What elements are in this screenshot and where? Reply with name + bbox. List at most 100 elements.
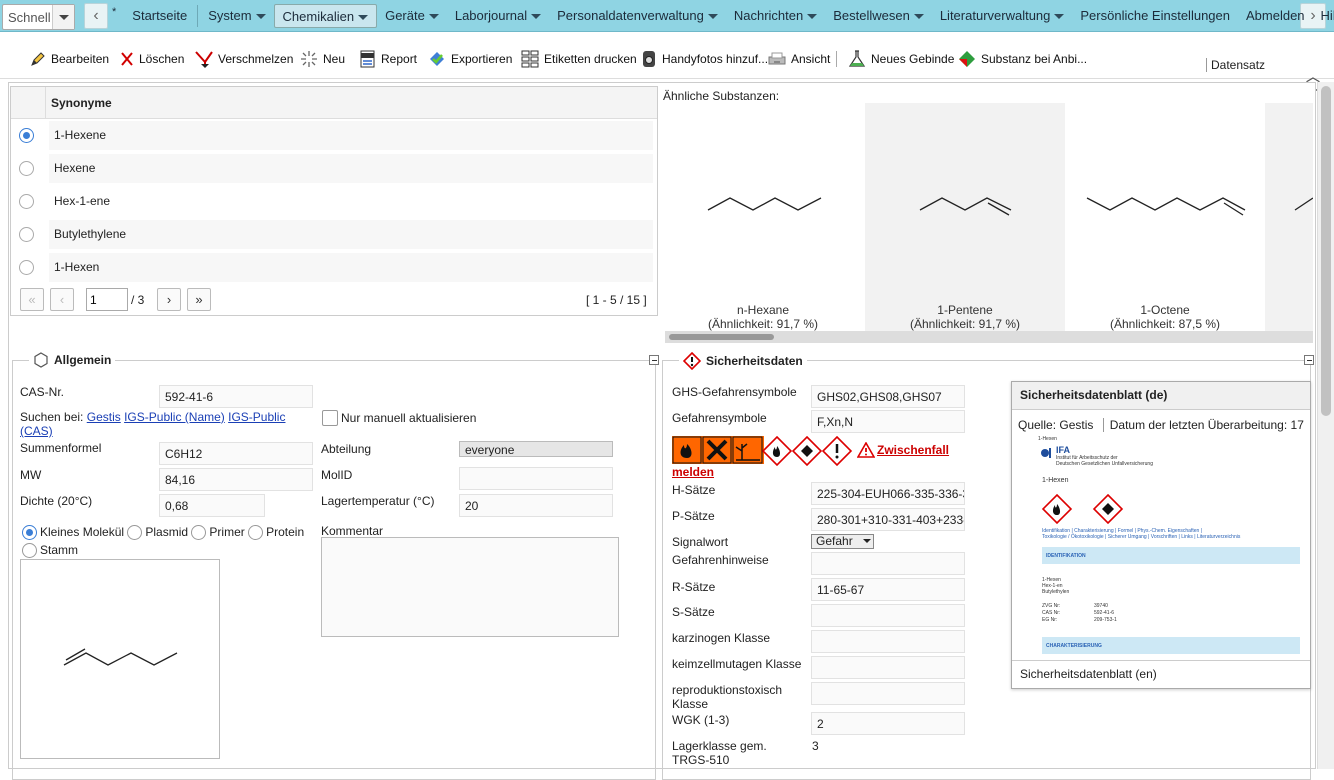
edit-button[interactable]: Bearbeiten: [30, 49, 109, 69]
synonym-row[interactable]: Hexene: [11, 152, 657, 185]
s-statements-field[interactable]: [811, 604, 965, 627]
collapse-general-button[interactable]: [649, 355, 659, 365]
first-page-button[interactable]: «: [20, 288, 44, 311]
type-radio[interactable]: [248, 525, 264, 541]
type-option[interactable]: Primer: [191, 525, 245, 541]
type-radio[interactable]: [191, 525, 207, 541]
formula-field[interactable]: C6H12: [159, 442, 313, 465]
new-container-button[interactable]: Neues Gebinde: [848, 49, 954, 69]
substance-supplier-button[interactable]: Substanz bei Anbi...: [958, 49, 1087, 69]
synonym-row[interactable]: 1-Hexene: [11, 119, 657, 152]
next-page-button[interactable]: ›: [157, 288, 181, 311]
synonym-row[interactable]: Butylethylene: [11, 218, 657, 251]
chevron-down-icon[interactable]: [52, 5, 74, 29]
quick-select-dropdown[interactable]: Schnell: [2, 4, 75, 30]
menu-laborjournal[interactable]: Laborjournal: [447, 4, 549, 28]
similar-substance-card[interactable]: n-Hexane (Ähnlichkeit: 91,7 %): [663, 103, 863, 331]
storage-temp-field[interactable]: 20: [459, 494, 613, 517]
mutagen-class-field[interactable]: [811, 656, 965, 679]
department-field[interactable]: everyone: [459, 441, 613, 457]
toolbar-separator: [836, 51, 837, 67]
new-button[interactable]: Neu: [300, 49, 345, 69]
structure-drawing[interactable]: [20, 559, 220, 759]
synonym-row[interactable]: Hex-1-ene: [11, 185, 657, 218]
synonym-radio[interactable]: [19, 161, 34, 176]
similar-substance-card[interactable]: 1-Octene (Ähnlichkeit: 87,5 %): [1065, 103, 1265, 331]
menu-persoenliche-einstellungen[interactable]: Persönliche Einstellungen: [1072, 4, 1238, 28]
manual-update-checkbox[interactable]: [322, 410, 338, 426]
carousel-scrollbar[interactable]: [665, 331, 1313, 343]
type-option[interactable]: Plasmid: [127, 525, 188, 541]
menu-bestellwesen[interactable]: Bestellwesen: [825, 4, 932, 28]
scrollbar-thumb[interactable]: [1321, 86, 1331, 416]
last-page-button[interactable]: »: [187, 288, 211, 311]
view-printer-icon: [768, 52, 786, 65]
delete-button[interactable]: Löschen: [120, 49, 184, 69]
menu-nachrichten[interactable]: Nachrichten: [726, 4, 825, 28]
print-labels-button[interactable]: Etiketten drucken: [521, 49, 637, 69]
synonym-radio[interactable]: [19, 260, 34, 275]
similar-substance-name: 1-Pentene: [937, 303, 993, 317]
type-radio[interactable]: [127, 525, 143, 541]
molid-field[interactable]: [459, 467, 613, 490]
carcinogen-class-field[interactable]: [811, 630, 965, 653]
page-number-input[interactable]: [86, 288, 128, 311]
repro-class-field[interactable]: [811, 682, 965, 705]
similar-substance-card-partial[interactable]: [1265, 103, 1313, 331]
type-option[interactable]: Protein: [248, 525, 304, 541]
wgk-label: WGK (1-3): [672, 713, 730, 727]
safety-panel-title: Sicherheitsdaten: [679, 352, 807, 370]
menu-hilfe[interactable]: Hilfe: [1313, 4, 1334, 28]
collapse-safety-button[interactable]: [1304, 355, 1314, 365]
type-radio[interactable]: [22, 543, 37, 559]
export-button[interactable]: Exportieren: [428, 49, 512, 69]
menu-personaldatenverwaltung[interactable]: Personaldatenverwaltung: [549, 4, 726, 28]
type-radio[interactable]: [22, 525, 37, 541]
report-incident-link[interactable]: Zwischenfall: [857, 442, 949, 458]
ghs-field[interactable]: GHS02,GHS08,GHS07: [811, 385, 965, 408]
previous-page-button[interactable]: ‹: [50, 288, 74, 311]
menu-chemikalien[interactable]: Chemikalien: [273, 4, 378, 28]
type-option[interactable]: Kleines Molekül: [22, 525, 124, 541]
hazard-symbols-field[interactable]: F,Xn,N: [811, 410, 965, 433]
view-button[interactable]: Ansicht: [768, 49, 830, 69]
r-statements-field[interactable]: 11-65-67: [811, 578, 965, 601]
report-incident-text-1[interactable]: Zwischenfall: [877, 443, 949, 457]
similar-substance-card[interactable]: 1-Pentene (Ähnlichkeit: 91,7 %): [865, 103, 1065, 331]
sds-doc-section-identification: IDENTIFIKATION: [1042, 547, 1300, 564]
sds-ghs-icons: [1042, 494, 1124, 524]
sds-document-preview[interactable]: 1-Hexen IFA Institut für Arbeitsschutz d…: [1034, 434, 1306, 659]
cas-field[interactable]: 592-41-6: [159, 385, 313, 408]
page-scrollbar[interactable]: [1317, 82, 1334, 769]
comment-textarea[interactable]: [321, 537, 619, 637]
synonyms-column-header[interactable]: Synonyme: [51, 96, 112, 110]
signal-word-select[interactable]: Gefahr: [811, 534, 874, 549]
report-button[interactable]: Report: [360, 49, 417, 69]
menu-literaturverwaltung[interactable]: Literaturverwaltung: [932, 4, 1073, 28]
h-statements-field[interactable]: 225-304-EUH066-335-336-3: [811, 482, 965, 505]
nav-scroll-left-button[interactable]: ‹: [84, 3, 108, 29]
menu-geraete[interactable]: Geräte: [377, 4, 447, 28]
menu-system[interactable]: System: [200, 4, 273, 28]
synonym-row[interactable]: 1-Hexen: [11, 251, 657, 284]
gestis-link[interactable]: Gestis: [87, 410, 121, 424]
hazard-notes-field[interactable]: [811, 552, 965, 575]
mw-field[interactable]: 84,16: [159, 468, 313, 491]
favorites-star[interactable]: *: [110, 0, 124, 24]
density-field[interactable]: 0,68: [159, 494, 265, 517]
report-incident-text-2[interactable]: melden: [672, 465, 714, 479]
sds-english-link[interactable]: Sicherheitsdatenblatt (en): [1012, 660, 1310, 688]
synonym-radio[interactable]: [19, 194, 34, 209]
p-statements-field[interactable]: 280-301+310-331-403+233-: [811, 508, 965, 531]
carousel-scroll-thumb[interactable]: [669, 334, 774, 340]
type-option[interactable]: Stamm: [22, 543, 78, 559]
add-phone-photos-button[interactable]: Handyfotos hinzuf...: [641, 49, 768, 69]
synonym-radio[interactable]: [19, 227, 34, 242]
sparkle-icon: [301, 51, 317, 67]
igs-public-name-link[interactable]: IGS-Public (Name): [124, 410, 225, 424]
menu-abmelden[interactable]: Abmelden: [1238, 4, 1313, 28]
synonym-radio[interactable]: [19, 128, 34, 143]
merge-button[interactable]: Verschmelzen: [195, 49, 293, 69]
wgk-field[interactable]: 2: [811, 712, 965, 735]
menu-startseite[interactable]: Startseite: [124, 4, 195, 28]
